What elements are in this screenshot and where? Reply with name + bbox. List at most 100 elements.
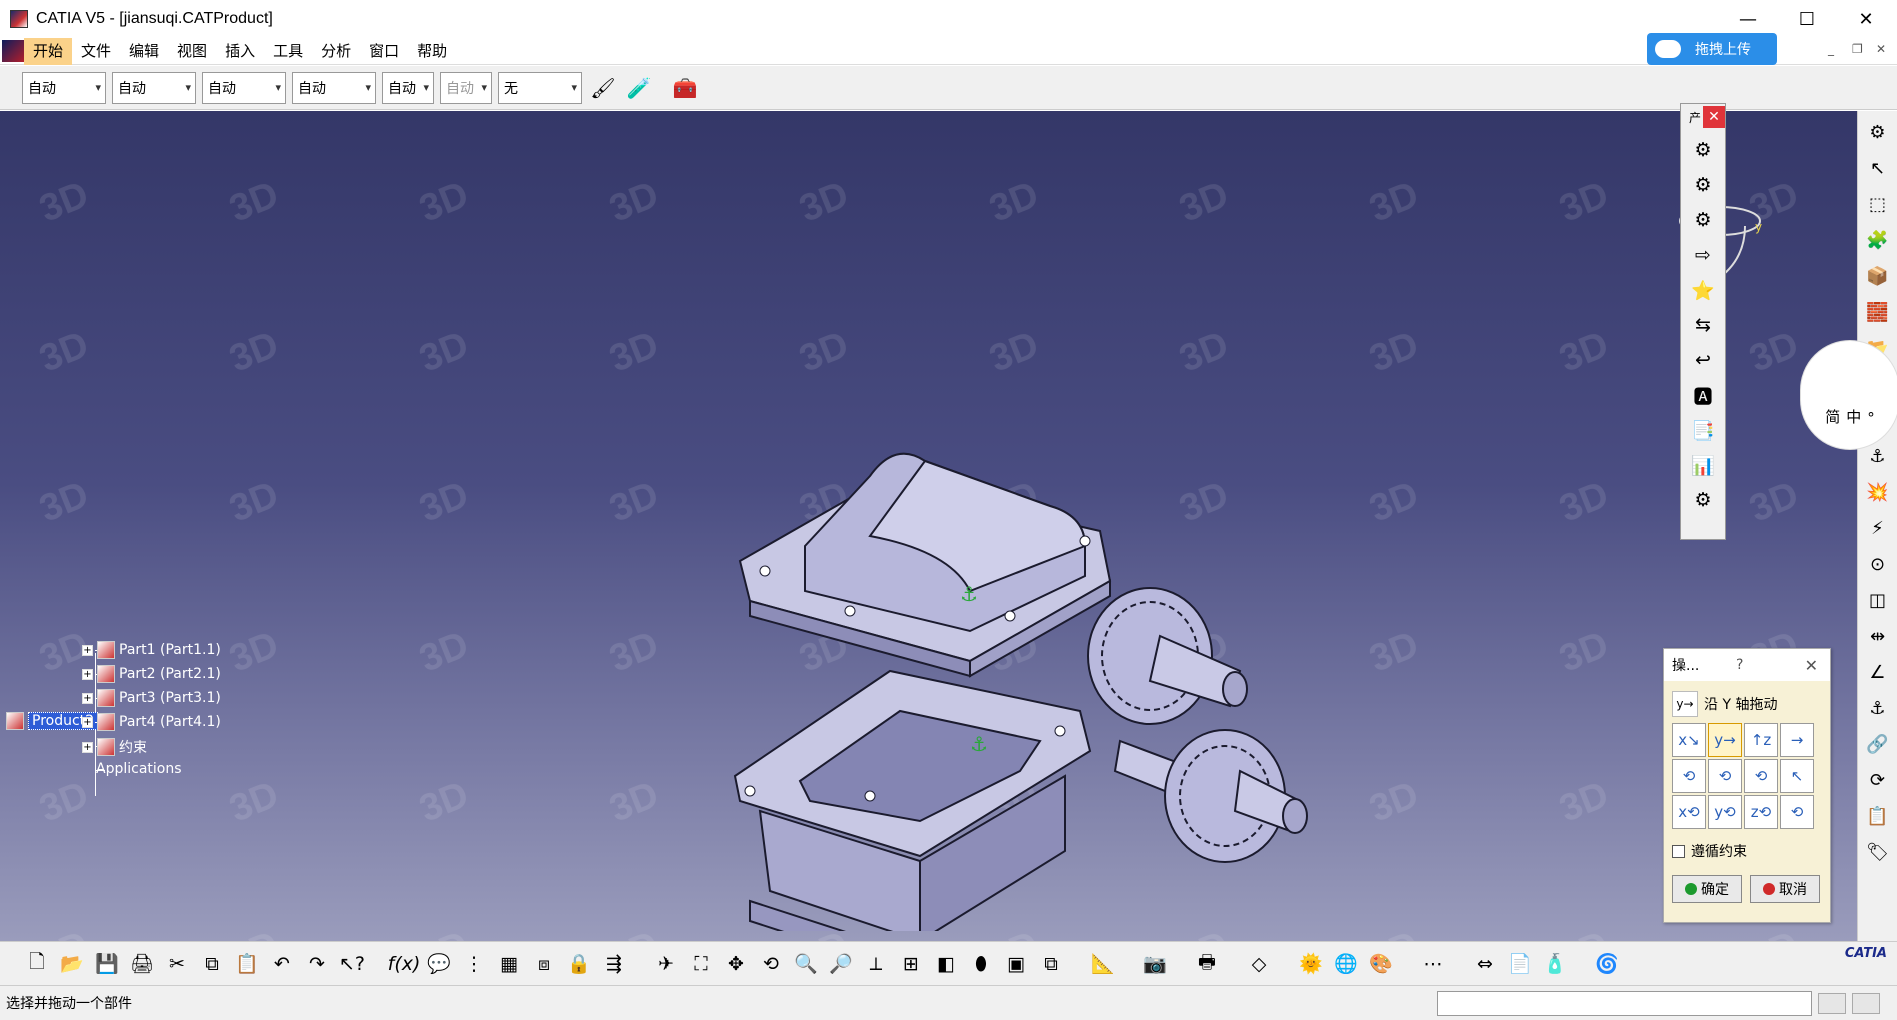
clash-icon[interactable]: ⚡ <box>1863 513 1893 543</box>
formula-icon[interactable]: f(x) <box>388 949 421 979</box>
contact-constraint-icon[interactable]: ◫ <box>1863 585 1893 615</box>
manipulation-mode-button-8[interactable]: x⟲ <box>1672 795 1706 829</box>
fly-mode-icon[interactable]: ✈ <box>651 949 681 979</box>
coincidence-constraint-icon[interactable]: ⊙ <box>1863 549 1893 579</box>
multi-instantiation-icon[interactable]: 📑 <box>1688 415 1718 445</box>
grid-icon[interactable]: ⋯ <box>1418 949 1448 979</box>
save-icon[interactable]: 💾 <box>92 949 122 979</box>
manipulation-mode-button-11[interactable]: ⟲ <box>1780 795 1814 829</box>
ok-button[interactable]: 确定 <box>1672 875 1742 903</box>
fit-all-icon[interactable]: ⛶ <box>686 949 716 979</box>
expand-toggle[interactable]: + <box>82 741 93 753</box>
expand-toggle[interactable]: + <box>82 692 93 704</box>
manipulation-mode-button-10[interactable]: z⟲ <box>1744 795 1778 829</box>
rotate-icon[interactable]: ⟲ <box>756 949 786 979</box>
point-type-combo[interactable]: 自动 ▾ <box>382 71 434 104</box>
line-type-combo[interactable]: 自动 ▾ <box>292 71 376 104</box>
explode-icon[interactable]: 💥 <box>1863 477 1893 507</box>
hide-show-icon[interactable]: ▣ <box>1001 949 1031 979</box>
replace-component-icon[interactable]: ⇨ <box>1688 240 1718 270</box>
menu-item-7[interactable]: 窗口 <box>360 38 408 65</box>
bottle-icon[interactable]: 🧴 <box>1540 949 1570 979</box>
define-multi-instantiation-icon[interactable]: ⚙ <box>1688 485 1718 515</box>
tree-node-5[interactable]: Applications <box>96 761 182 777</box>
upload-button[interactable]: 拖拽上传 <box>1647 33 1777 65</box>
manipulation-mode-button-9[interactable]: y⟲ <box>1708 795 1742 829</box>
law-icon[interactable]: 🔒 <box>564 949 594 979</box>
spin-icon[interactable]: 🌀 <box>1592 949 1622 979</box>
zoom-out-icon[interactable]: 🔎 <box>826 949 856 979</box>
menu-item-8[interactable]: 帮助 <box>408 38 456 65</box>
expand-toggle[interactable]: + <box>82 644 93 656</box>
plane-icon[interactable]: ◇ <box>1244 949 1274 979</box>
manipulation-close-button[interactable]: ✕ <box>1805 656 1818 675</box>
knowledge-advisor-icon[interactable]: 💬 <box>424 949 454 979</box>
angle-constraint-icon[interactable]: ∠ <box>1863 657 1893 687</box>
normal-view-icon[interactable]: ⟂ <box>861 949 891 979</box>
manipulation-mode-button-4[interactable]: ⟲ <box>1672 759 1706 793</box>
fix-together-icon[interactable]: 🔗 <box>1863 729 1893 759</box>
close-button[interactable]: ✕ <box>1837 0 1895 38</box>
environment-icon[interactable]: 🌐 <box>1331 949 1361 979</box>
offset-constraint-icon[interactable]: ⇹ <box>1863 621 1893 651</box>
material-library-icon[interactable]: 🎨 <box>1366 949 1396 979</box>
status-button-1[interactable] <box>1818 993 1846 1014</box>
command-input[interactable] <box>1437 991 1812 1016</box>
measure-icon[interactable]: 📐 <box>1088 949 1118 979</box>
respect-constraints-checkbox[interactable] <box>1672 844 1685 858</box>
tree-node-3[interactable]: + Part4 (Part4.1) <box>82 713 221 731</box>
tree-node-1[interactable]: + Part2 (Part2.1) <box>82 665 221 683</box>
swap-visible-space-icon[interactable]: ⧉ <box>1036 949 1066 979</box>
layer-combo[interactable]: 无 ▾ <box>498 71 582 104</box>
catia-logo-icon[interactable] <box>2 40 24 62</box>
manipulation-mode-button-5[interactable]: ⟲ <box>1708 759 1742 793</box>
render-icon[interactable]: 🌞 <box>1296 949 1326 979</box>
transparency-combo[interactable]: 自动 ▾ <box>112 71 196 104</box>
component-positioning-icon[interactable]: ⚙ <box>1688 205 1718 235</box>
annotation-icon[interactable]: 🏷 <box>1863 837 1893 867</box>
iso-view-icon[interactable]: ◧ <box>931 949 961 979</box>
manipulation-mode-button-0[interactable]: x↘ <box>1672 723 1706 757</box>
status-button-2[interactable] <box>1852 993 1880 1014</box>
new-part-icon[interactable]: 🧱 <box>1863 297 1893 327</box>
multi-view-icon[interactable]: ⊞ <box>896 949 926 979</box>
line-thickness-combo[interactable]: 自动 ▾ <box>202 71 286 104</box>
select-trap-icon[interactable]: ⬚ <box>1863 189 1893 219</box>
fast-multi-instantiation-icon[interactable]: 📊 <box>1688 450 1718 480</box>
menu-item-6[interactable]: 分析 <box>312 38 360 65</box>
manipulation-mode-button-7[interactable]: ↖ <box>1780 759 1814 793</box>
manipulation-mode-button-1[interactable]: y→ <box>1708 723 1742 757</box>
color-combo[interactable]: 自动 ▾ <box>22 71 106 104</box>
select-arrow-icon[interactable]: ↖ <box>1863 153 1893 183</box>
menu-item-5[interactable]: 工具 <box>264 38 312 65</box>
mdi-restore-button[interactable]: ❐ <box>1852 42 1863 56</box>
menu-item-4[interactable]: 插入 <box>216 38 264 65</box>
menu-item-2[interactable]: 编辑 <box>120 38 168 65</box>
menu-item-3[interactable]: 视图 <box>168 38 216 65</box>
tree-node-0[interactable]: + Part1 (Part1.1) <box>82 641 221 659</box>
expand-toggle[interactable]: + <box>82 668 93 680</box>
fix-component-icon[interactable]: ⚓ <box>1863 693 1893 723</box>
paste-icon[interactable]: 📋 <box>232 949 262 979</box>
catalog-browser-icon[interactable]: 🧰 <box>670 73 700 103</box>
new-product-icon[interactable]: 📦 <box>1863 261 1893 291</box>
update-icon[interactable]: ⟳ <box>1863 765 1893 795</box>
sheet-icon[interactable]: 📄 <box>1505 949 1535 979</box>
open-file-icon[interactable]: 📂 <box>57 949 87 979</box>
manipulation-mode-button-2[interactable]: ↑z <box>1744 723 1778 757</box>
zoom-in-icon[interactable]: 🔍 <box>791 949 821 979</box>
selective-load-icon[interactable]: ↩ <box>1688 345 1718 375</box>
reorder-tree-icon[interactable]: ⭐ <box>1688 275 1718 305</box>
3d-viewport[interactable]: 3D 3D 3D 3D 3D 3D 3D 3D 3D 3D 3D 3D 3D 3D 3D 3D 3D 3D 3D 3D… <box>0 111 1857 941</box>
respect-constraints-option[interactable]: 遵循约束 <box>1672 841 1822 861</box>
mdi-close-button[interactable]: ✕ <box>1876 42 1886 56</box>
new-component-icon[interactable]: 🧩 <box>1863 225 1893 255</box>
manipulation-mode-button-6[interactable]: ⟲ <box>1744 759 1778 793</box>
rendering-style-combo[interactable]: 自动 ▾ <box>440 71 492 104</box>
gearbox-model[interactable]: ⚓ ⚓ <box>720 301 1340 931</box>
ime-indicator[interactable]: 简 中 ° <box>1800 340 1897 450</box>
design-table-icon[interactable]: ▦ <box>494 949 524 979</box>
existing-component-icon[interactable]: ⚙ <box>1688 170 1718 200</box>
apply-material-icon[interactable]: 🧪 <box>624 73 654 103</box>
format-painter-icon[interactable]: 🖌 <box>588 73 618 103</box>
